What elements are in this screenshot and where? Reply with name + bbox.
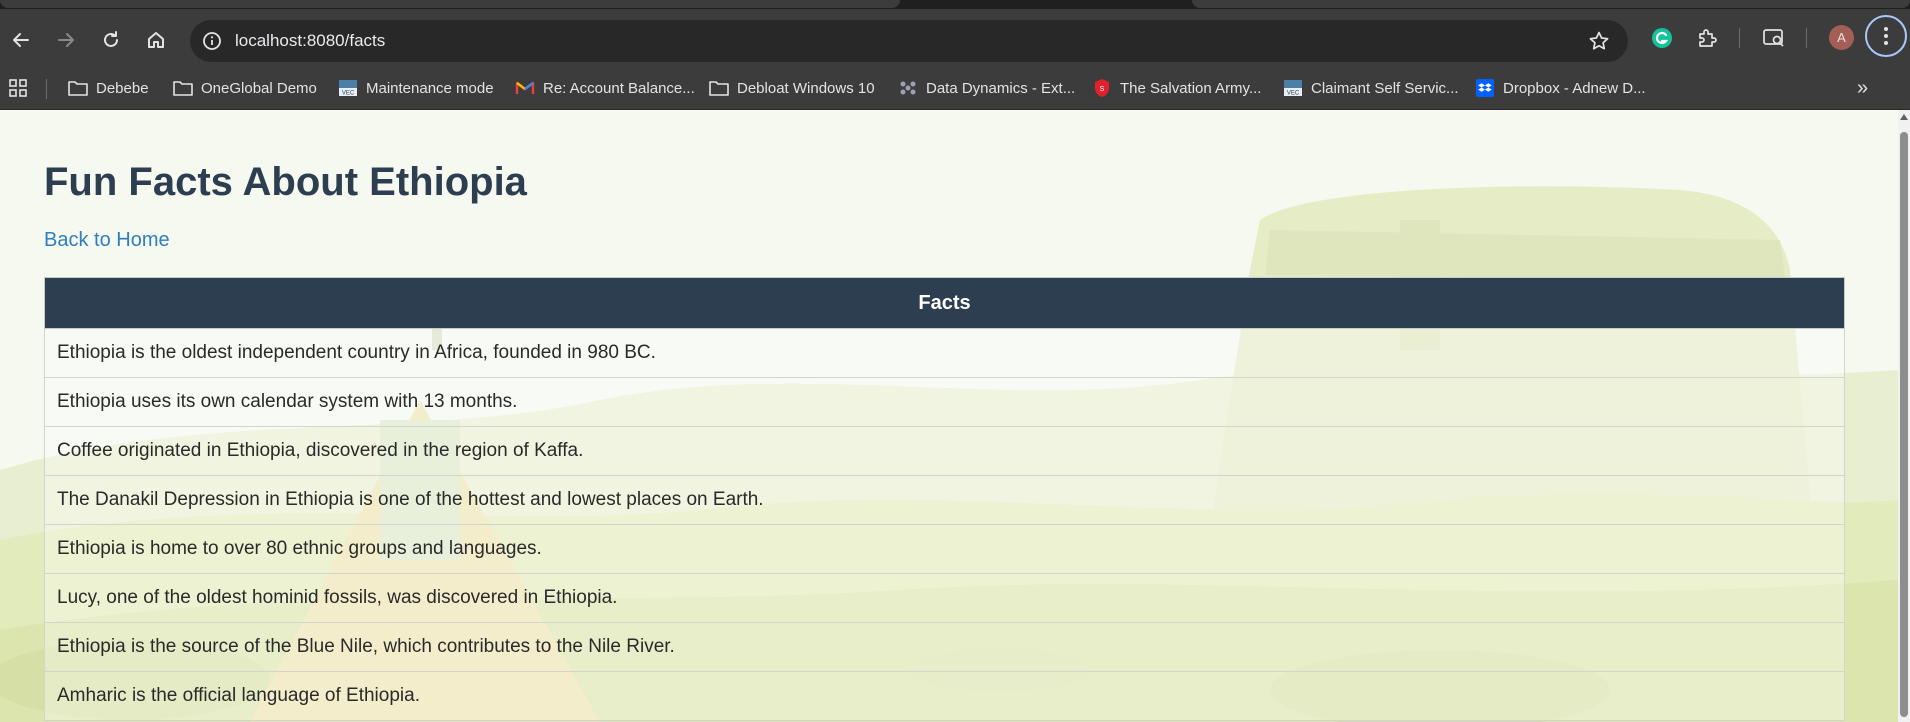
bookmark-maintenance-mode[interactable]: VEC Maintenance mode xyxy=(338,75,494,101)
svg-text:VEC: VEC xyxy=(342,91,355,97)
fact-cell: The Danakil Depression in Ethiopia is on… xyxy=(44,475,1845,525)
bookmark-label: Maintenance mode xyxy=(366,79,494,97)
tab-search-icon[interactable] xyxy=(1761,25,1787,51)
profile-avatar[interactable]: A xyxy=(1829,25,1854,50)
bookmark-debloat-windows[interactable]: Debloat Windows 10 xyxy=(709,75,875,101)
table-row: Lucy, one of the oldest hominid fossils,… xyxy=(44,573,1845,623)
facts-table: Facts Ethiopia is the oldest independent… xyxy=(44,277,1845,721)
bookmark-label: OneGlobal Demo xyxy=(201,79,317,97)
back-to-home-link[interactable]: Back to Home xyxy=(44,229,170,252)
extensions-icon[interactable] xyxy=(1694,25,1720,51)
apps-icon[interactable] xyxy=(8,75,28,101)
bookmark-debebe[interactable]: Debebe xyxy=(68,75,149,101)
fact-cell: Coffee originated in Ethiopia, discovere… xyxy=(44,426,1845,476)
folder-icon xyxy=(709,79,729,97)
tab-strip xyxy=(0,0,1910,9)
address-bar[interactable]: localhost:8080/facts xyxy=(190,20,1628,62)
folder-icon xyxy=(68,79,88,97)
svg-text:S: S xyxy=(1100,86,1105,93)
fact-cell: Ethiopia is the source of the Blue Nile,… xyxy=(44,622,1845,672)
dropbox-icon xyxy=(1475,79,1495,97)
bookmark-oneglobal-demo[interactable]: OneGlobal Demo xyxy=(173,75,317,101)
bookmark-label: Claimant Self Servic... xyxy=(1311,79,1459,97)
home-icon[interactable] xyxy=(141,25,171,55)
grammarly-extension-icon[interactable] xyxy=(1649,25,1675,51)
scrollbar-thumb[interactable] xyxy=(1900,132,1908,717)
forward-icon[interactable] xyxy=(51,25,81,55)
browser-toolbar: localhost:8080/facts A xyxy=(0,9,1910,67)
fact-cell: Lucy, one of the oldest hominid fossils,… xyxy=(44,573,1845,623)
salvation-army-icon: S xyxy=(1092,79,1112,97)
table-row: Ethiopia is home to over 80 ethnic group… xyxy=(44,524,1845,574)
bookmark-salvation-army[interactable]: S The Salvation Army... xyxy=(1092,75,1261,101)
bookmark-label: Data Dynamics - Ext... xyxy=(926,79,1076,97)
vec-icon: VEC xyxy=(1283,79,1303,97)
table-row: Ethiopia is the oldest independent count… xyxy=(44,328,1845,378)
page-title: Fun Facts About Ethiopia xyxy=(44,160,527,204)
table-row: Coffee originated in Ethiopia, discovere… xyxy=(44,426,1845,476)
bookmark-claimant-self-service[interactable]: VEC Claimant Self Servic... xyxy=(1283,75,1459,101)
bookmark-label: Debebe xyxy=(96,79,149,97)
page-scrollbar[interactable] xyxy=(1898,110,1910,722)
table-header-row: Facts xyxy=(44,277,1845,329)
fact-cell: Ethiopia is the oldest independent count… xyxy=(44,328,1845,378)
more-bookmarks-chevron-icon[interactable]: » xyxy=(1857,77,1868,100)
datadynamics-icon xyxy=(898,79,918,97)
bookmark-label: Dropbox - Adnew D... xyxy=(1503,79,1646,97)
tab[interactable] xyxy=(0,0,900,8)
browser-menu-icon[interactable] xyxy=(1865,15,1907,57)
bookmark-label: Re: Account Balance... xyxy=(543,79,695,97)
scroll-up-arrow-icon[interactable] xyxy=(1900,114,1908,120)
bookmarks-divider xyxy=(46,79,47,99)
bookmark-data-dynamics[interactable]: Data Dynamics - Ext... xyxy=(898,75,1075,101)
bookmark-label: Debloat Windows 10 xyxy=(737,79,875,97)
table-row: The Danakil Depression in Ethiopia is on… xyxy=(44,475,1845,525)
fact-cell: Ethiopia uses its own calendar system wi… xyxy=(44,377,1845,427)
folder-icon xyxy=(173,79,193,97)
table-row: Ethiopia uses its own calendar system wi… xyxy=(44,377,1845,427)
page-viewport: Fun Facts About Ethiopia Back to Home Fa… xyxy=(0,110,1898,722)
bookmark-dropbox[interactable]: Dropbox - Adnew D... xyxy=(1475,75,1646,101)
site-info-icon[interactable] xyxy=(202,31,222,51)
url-text[interactable]: localhost:8080/facts xyxy=(235,31,385,51)
fact-cell: Ethiopia is home to over 80 ethnic group… xyxy=(44,524,1845,574)
fact-cell: Amharic is the official language of Ethi… xyxy=(44,671,1845,721)
toolbar-divider xyxy=(1806,28,1807,48)
svg-text:VEC: VEC xyxy=(1287,91,1300,97)
gmail-icon xyxy=(515,79,535,97)
table-row: Ethiopia is the source of the Blue Nile,… xyxy=(44,622,1845,672)
bookmark-account-balance[interactable]: Re: Account Balance... xyxy=(515,75,695,101)
bookmark-star-icon[interactable] xyxy=(1588,30,1610,52)
vec-icon: VEC xyxy=(338,79,358,97)
bookmark-label: The Salvation Army... xyxy=(1120,79,1262,97)
facts-column-header: Facts xyxy=(44,277,1845,329)
table-row: Amharic is the official language of Ethi… xyxy=(44,671,1845,721)
toolbar-divider xyxy=(1739,28,1740,48)
reload-icon[interactable] xyxy=(96,25,126,55)
bookmarks-bar: Debebe OneGlobal Demo VEC Maintenance mo… xyxy=(0,67,1910,110)
tab[interactable] xyxy=(1192,0,1910,8)
back-icon[interactable] xyxy=(6,25,36,55)
